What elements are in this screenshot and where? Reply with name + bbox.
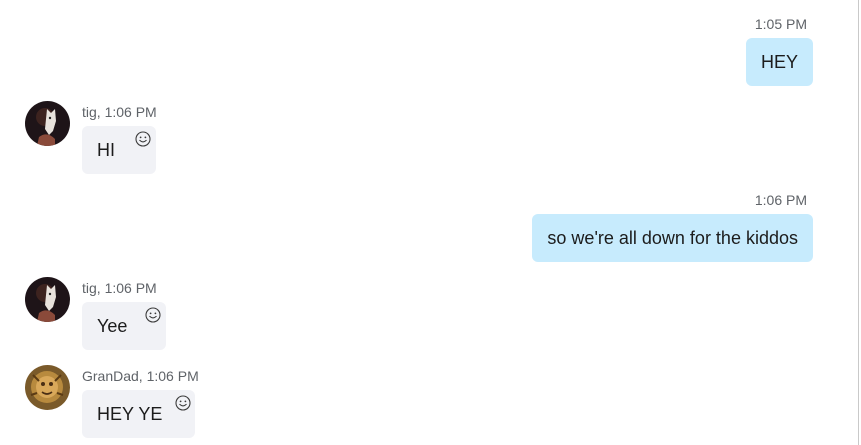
avatar[interactable] (25, 101, 70, 146)
message-timestamp: 1:06 PM (104, 280, 157, 296)
sender-meta: tig, 1:06 PM (82, 104, 157, 120)
smiley-icon[interactable] (145, 307, 161, 323)
avatar[interactable] (25, 365, 70, 410)
message-timestamp: 1:05 PM (754, 16, 807, 32)
sender-name[interactable]: tig, (82, 280, 101, 296)
chat-conversation: 1:05 PM HEY tig, 1:06 PM HI 1:06 PM so w… (0, 0, 861, 445)
smiley-icon[interactable] (135, 131, 151, 147)
message-text: HI (97, 140, 115, 160)
message-timestamp: 1:06 PM (146, 368, 199, 384)
message-timestamp: 1:06 PM (754, 192, 807, 208)
smiley-icon[interactable] (175, 395, 191, 411)
message-text: Yee (97, 316, 128, 336)
sender-meta: GranDad, 1:06 PM (82, 368, 199, 384)
sender-name[interactable]: tig, (82, 104, 101, 120)
outgoing-message-bubble[interactable]: so we're all down for the kiddos (532, 214, 813, 262)
sender-meta: tig, 1:06 PM (82, 280, 157, 296)
message-timestamp: 1:06 PM (104, 104, 157, 120)
outgoing-message-bubble[interactable]: HEY (745, 38, 813, 86)
scrollbar-edge (858, 0, 859, 445)
message-text: HEY YE (97, 404, 163, 424)
avatar[interactable] (25, 277, 70, 322)
sender-name[interactable]: GranDad, (82, 368, 143, 384)
